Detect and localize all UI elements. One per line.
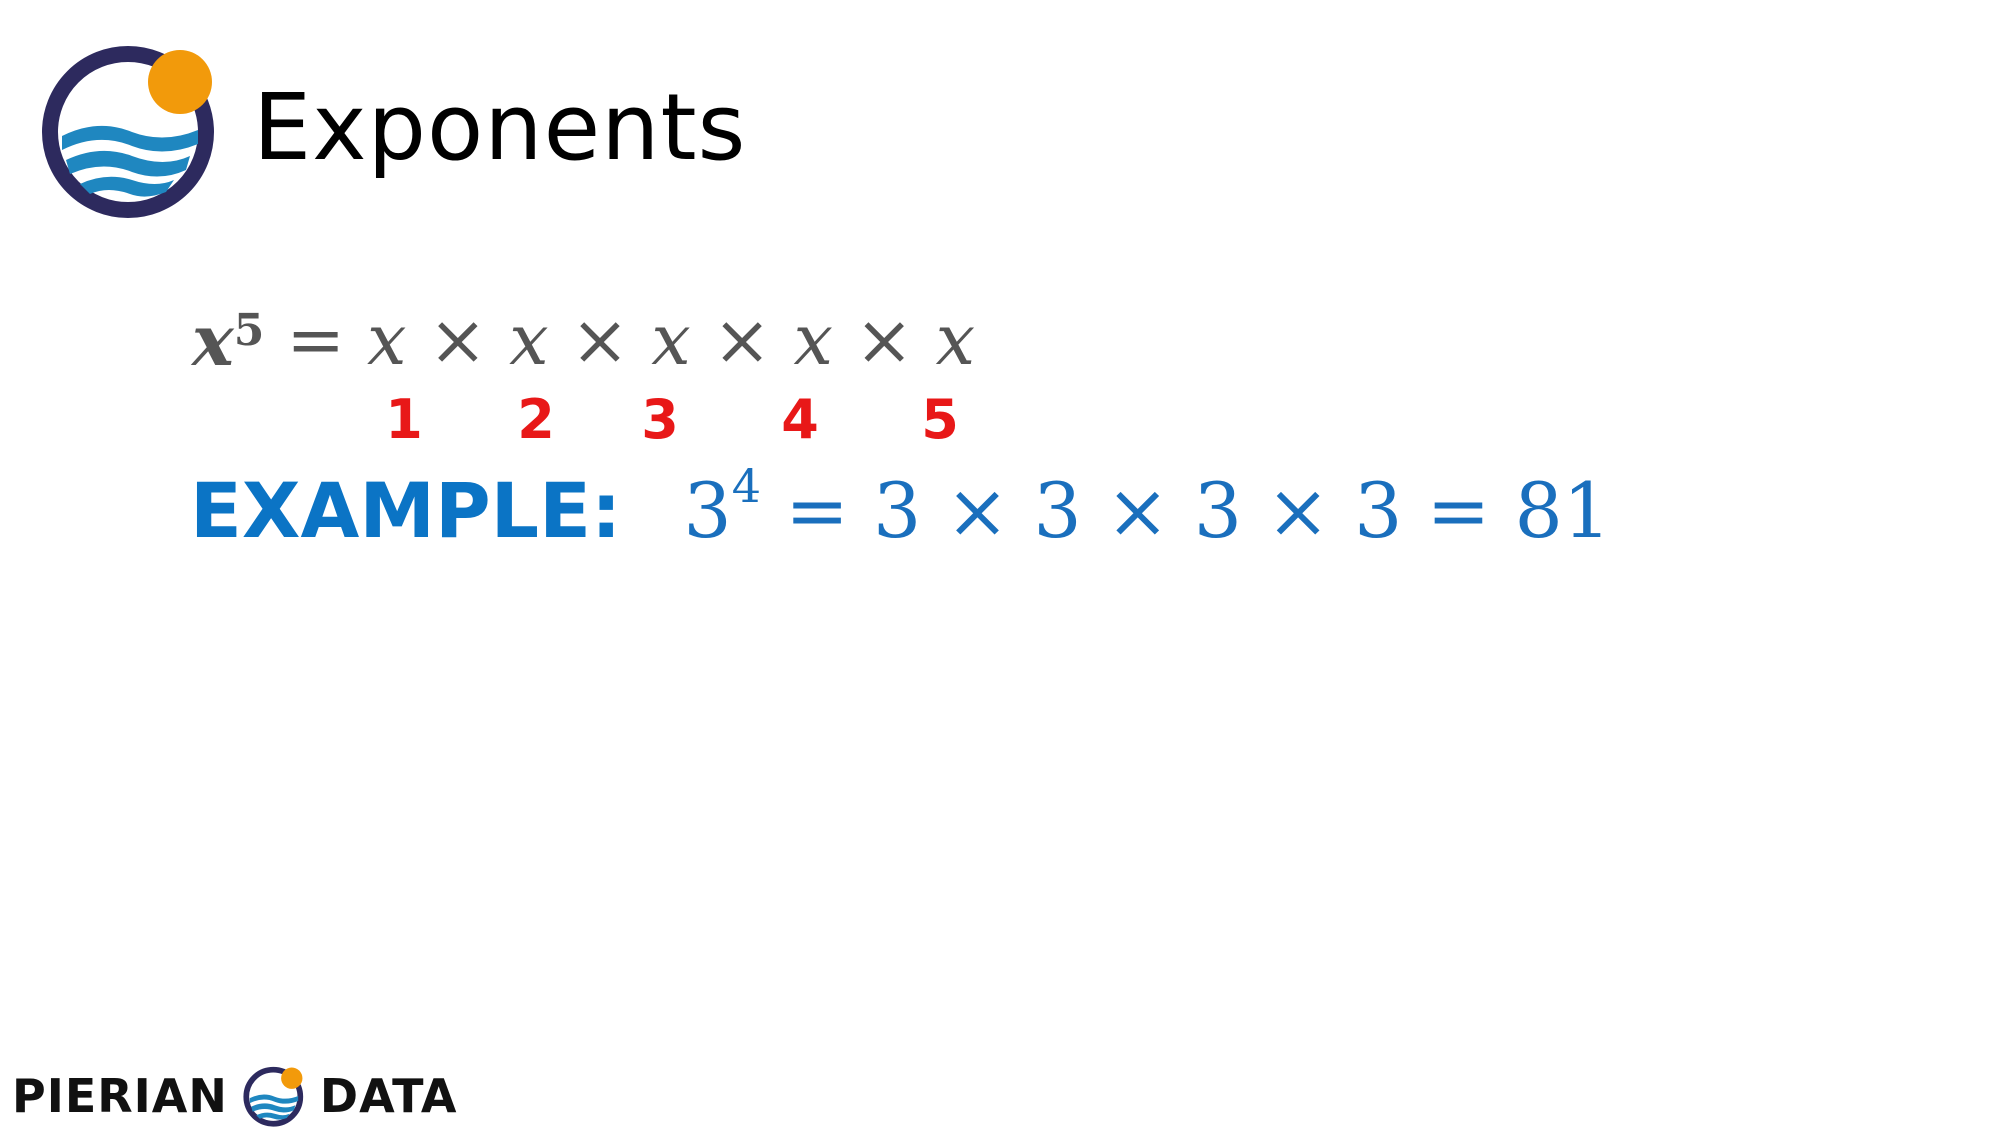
footer-brand-right: DATA (319, 1069, 458, 1123)
footer-brand: PIERIAN DATA (12, 1066, 458, 1127)
formula-base: x (192, 298, 234, 382)
example-row: EXAMPLE: 34 = 3 × 3 × 3 × 3 = 81 (190, 459, 1612, 560)
formula-factor: x (651, 299, 691, 381)
formula-times: × (712, 299, 772, 381)
exponent-formula: x5 = x × x × x × x × x (192, 285, 975, 395)
formula-times: × (570, 299, 630, 381)
factor-count: 2 (517, 388, 555, 451)
slide-title: Exponents (253, 74, 747, 181)
formula-factor: x (793, 299, 833, 381)
factor-count: 1 (385, 388, 423, 451)
formula-factor: x (367, 299, 407, 381)
pierian-logo-icon (243, 1066, 304, 1127)
example-expansion: = 3 × 3 × 3 × 3 = 81 (785, 465, 1612, 555)
factor-count: 3 (641, 388, 679, 451)
formula-times: × (428, 299, 488, 381)
factor-count: 4 (781, 388, 819, 451)
example-label: EXAMPLE: (190, 465, 622, 555)
footer-brand-left: PIERIAN (12, 1069, 228, 1123)
formula-equals: = (286, 299, 346, 381)
example-exponent: 4 (731, 459, 762, 514)
formula-exponent: 5 (233, 304, 265, 356)
formula-factor: x (509, 299, 549, 381)
example-expression: 34 = 3 × 3 × 3 × 3 = 81 (683, 459, 1612, 555)
factor-count: 5 (921, 388, 959, 451)
formula-factor: x (935, 299, 976, 381)
example-base: 3 (683, 465, 732, 555)
formula-times: × (854, 299, 914, 381)
pierian-logo-icon (42, 46, 214, 218)
